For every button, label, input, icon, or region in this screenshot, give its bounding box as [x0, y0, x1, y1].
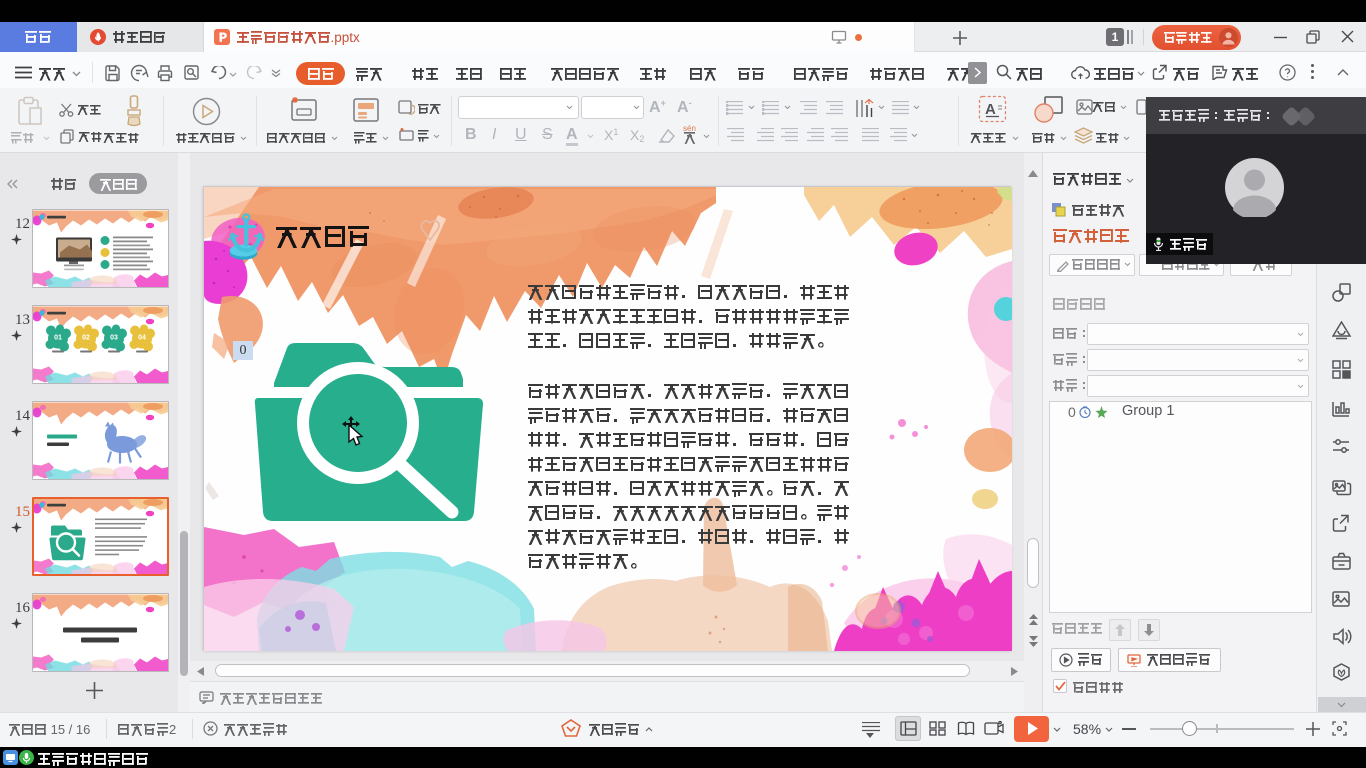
svg-text:01: 01 [54, 335, 62, 342]
svg-text:02: 02 [82, 335, 90, 342]
svg-text:A: A [985, 101, 996, 118]
svg-text:04: 04 [138, 335, 146, 342]
svg-text:03: 03 [110, 335, 118, 342]
